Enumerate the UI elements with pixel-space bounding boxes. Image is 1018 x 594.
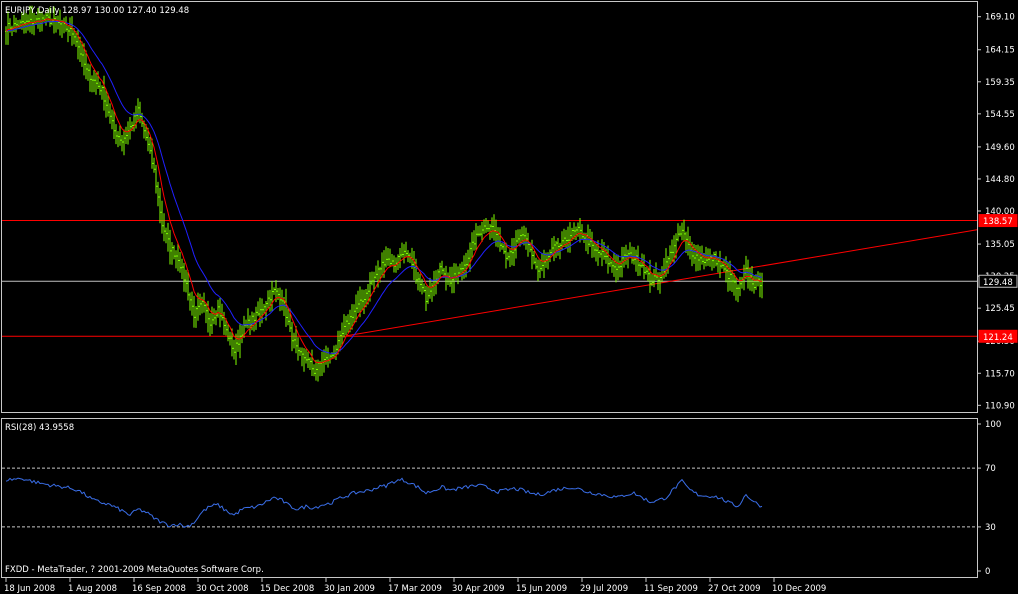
time-tick-label: 15 Jun 2009	[516, 584, 567, 594]
rsi-y-tick-label: 100	[985, 420, 1001, 430]
rsi-pane: 100 70 30 0 RSI(28) 43.9558 FXDD - MetaTrad…	[1, 418, 1001, 578]
price-y-tick-label: 115.70	[985, 369, 1015, 379]
price-y-tick-label: 159.35	[985, 78, 1015, 88]
time-tick-label: 11 Sep 2009	[644, 584, 698, 594]
price-y-tick-label: 125.45	[985, 304, 1015, 314]
price-y-tick-label: 149.60	[985, 143, 1015, 153]
copyright-text: FXDD - MetaTrader, ? 2001-2009 MetaQuote…	[5, 565, 264, 575]
price-y-tick-label: 144.80	[985, 175, 1015, 185]
rsi-y-tick-label: 0	[985, 567, 990, 577]
time-tick-label: 15 Dec 2008	[260, 584, 314, 594]
time-tick-label: 29 Jul 2009	[580, 584, 628, 594]
trendline	[345, 229, 978, 337]
price-pane-frame	[1, 1, 978, 413]
rsi-pane-frame	[1, 418, 978, 578]
time-axis: 18 Jun 2008 1 Aug 2008 16 Sep 2008 30 Oct 2…	[4, 578, 826, 594]
time-tick-label: 30 Apr 2009	[452, 584, 505, 594]
ma-fast-line	[5, 18, 762, 364]
price-y-tick-label: 135.05	[985, 240, 1015, 250]
rsi-y-tick-label: 30	[985, 523, 996, 533]
moving-averages	[5, 18, 763, 364]
price-y-tick-label: 110.90	[985, 401, 1015, 411]
rsi-levels	[2, 467, 977, 528]
rsi-y-tick-label: 70	[985, 464, 996, 474]
time-tick-label: 1 Aug 2008	[68, 584, 117, 594]
symbol-label: EURJPY,Daily 128.97 130.00 127.40 129.48	[5, 6, 189, 16]
level-tag-label: 138.57	[983, 217, 1013, 227]
time-tick-label: 16 Sep 2008	[132, 584, 186, 594]
time-tick-label: 30 Jan 2009	[324, 584, 375, 594]
price-y-tick-label: 154.55	[985, 110, 1015, 120]
price-y-tick-label: 164.15	[985, 46, 1015, 56]
level-tag-label: 129.48	[983, 278, 1013, 288]
time-tick-label: 17 Mar 2009	[388, 584, 442, 594]
price-y-axis: 169.10164.15159.35154.55149.60144.80140.…	[977, 13, 1018, 411]
rsi-line	[5, 477, 763, 528]
price-y-tick-label: 169.10	[985, 13, 1015, 23]
ma-slow-line	[5, 21, 763, 354]
rsi-y-axis: 100 70 30 0	[977, 420, 1001, 577]
level-tag-label: 121.24	[983, 333, 1013, 343]
rsi-path	[5, 477, 763, 528]
price-bars	[5, 5, 763, 382]
time-tick-label: 27 Oct 2009	[708, 584, 761, 594]
time-tick-label: 10 Dec 2009	[772, 584, 826, 594]
price-pane: 169.10164.15159.35154.55149.60144.80140.…	[1, 1, 1018, 413]
time-tick-label: 18 Jun 2008	[4, 584, 55, 594]
chart-canvas: 169.10164.15159.35154.55149.60144.80140.…	[1, 1, 1018, 594]
rsi-label: RSI(28) 43.9558	[5, 423, 74, 433]
time-tick-label: 30 Oct 2008	[196, 584, 249, 594]
